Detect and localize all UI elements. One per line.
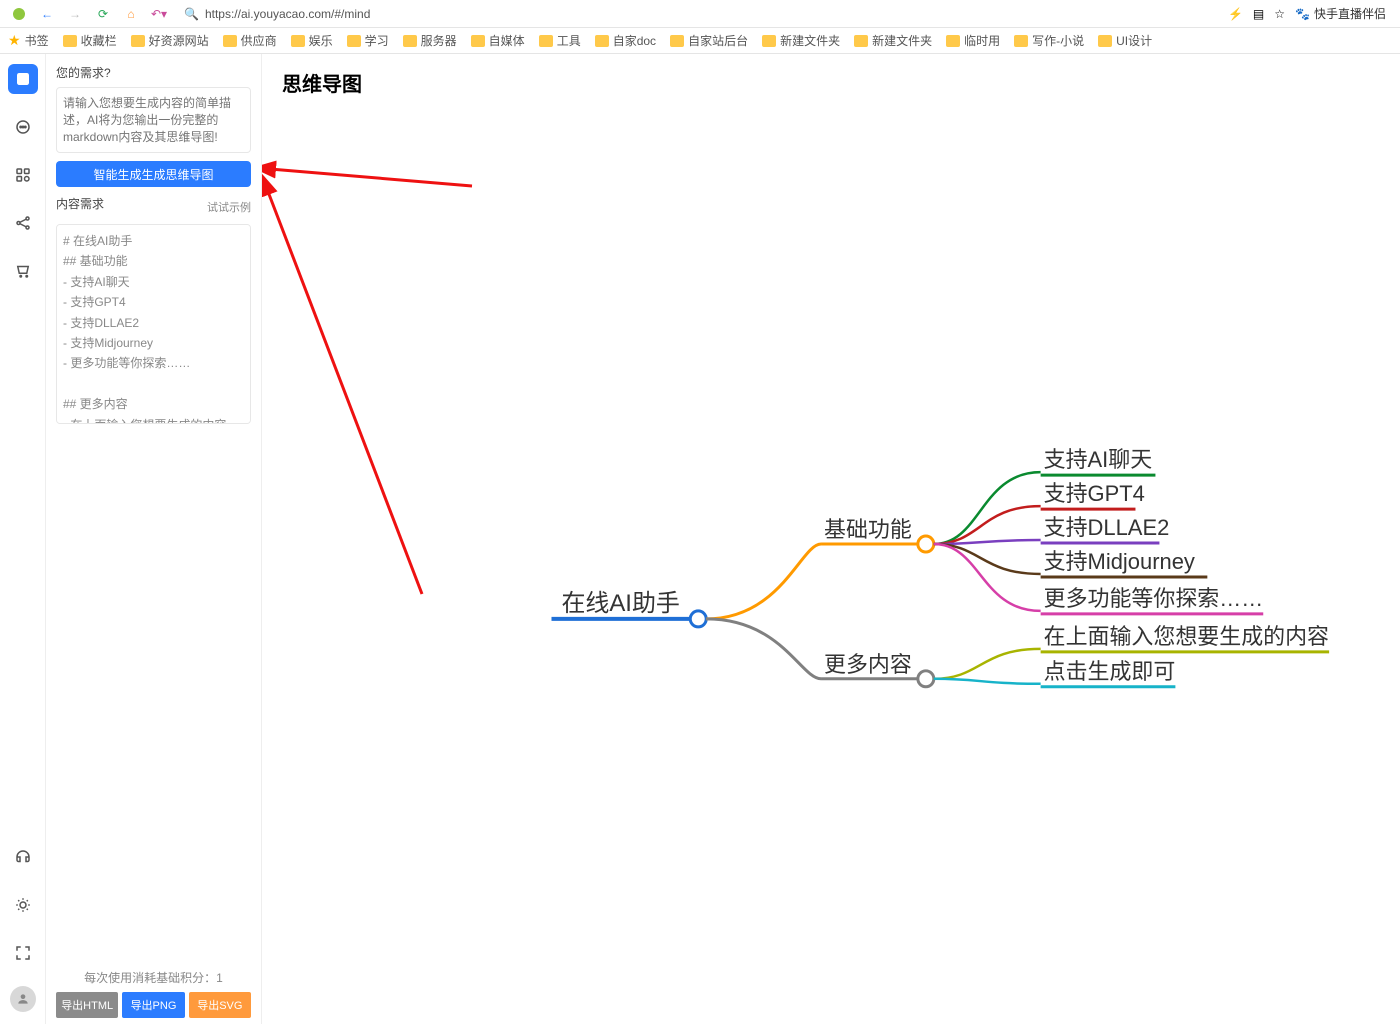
requirement-input[interactable]	[56, 87, 251, 153]
folder-icon	[595, 35, 609, 47]
bookmark-item[interactable]: 新建文件夹	[762, 32, 840, 49]
content-input[interactable]: # 在线AI助手 ## 基础功能 - 支持AI聊天 - 支持GPT4 - 支持D…	[56, 224, 251, 424]
bookmarks-bar: ★书签 收藏栏 好资源网站 供应商 娱乐 学习 服务器 自媒体 工具 自家doc 自家站后台 新建文件…	[0, 28, 1400, 54]
bookmark-item[interactable]: 服务器	[403, 32, 457, 49]
folder-icon	[223, 35, 237, 47]
mindmap-leaf: 支持AI聊天	[1044, 447, 1153, 472]
bookmark-label: 新建文件夹	[872, 32, 932, 49]
sidebar-panel: 您的需求? 智能生成生成思维导图 内容需求 试试示例 # 在线AI助手 ## 基…	[46, 54, 262, 1024]
search-icon: 🔍	[184, 7, 199, 21]
bookmark-item[interactable]: 收藏栏	[63, 32, 117, 49]
mindmap-leaf: 更多功能等你探索……	[1044, 586, 1264, 611]
folder-icon	[291, 35, 305, 47]
bookmark-label: 供应商	[241, 32, 277, 49]
bookmark-label: 自家站后台	[688, 32, 748, 49]
rail-item-chat[interactable]	[8, 112, 38, 142]
folder-icon	[1098, 35, 1112, 47]
main-area: 思维导图 在线AI助手 基础功能更多内容 支持AI聊天支持GPT4 支持DLLAE2 支…	[262, 54, 1400, 1024]
folder-icon	[762, 35, 776, 47]
rail-item-ai[interactable]	[8, 64, 38, 94]
bookmark-item[interactable]: 新建文件夹	[854, 32, 932, 49]
export-png-button[interactable]: 导出PNG	[122, 992, 184, 1018]
bookmark-item[interactable]: 临时用	[946, 32, 1000, 49]
bookmark-label: 娱乐	[309, 32, 333, 49]
grid-icon[interactable]: ▤	[1253, 7, 1264, 21]
bookmark-label: 好资源网站	[149, 32, 209, 49]
bookmark-label: 写作-小说	[1032, 32, 1084, 49]
example-link[interactable]: 试试示例	[207, 199, 251, 215]
bookmark-item[interactable]: 自家站后台	[670, 32, 748, 49]
mindmap-leaf: 在上面输入您想要生成的内容	[1044, 624, 1329, 649]
mindmap-leaf: 支持DLLAE2	[1044, 515, 1170, 540]
bookmark-item[interactable]: 写作-小说	[1014, 32, 1084, 49]
folder-icon	[403, 35, 417, 47]
bookmark-item[interactable]: UI设计	[1098, 32, 1152, 49]
rail-item-share[interactable]	[8, 208, 38, 238]
bookmark-label: 工具	[557, 32, 581, 49]
folder-icon	[670, 35, 684, 47]
browser-toolbar: ← → ⟳ ⌂ ↶▾ 🔍 https://ai.youyacao.com/#/m…	[0, 0, 1400, 28]
paw-icon: 🐾	[1295, 7, 1310, 21]
rail-item-fullscreen[interactable]	[8, 938, 38, 968]
credits-text: 每次使用消耗基础积分：1	[56, 963, 251, 992]
export-html-button[interactable]: 导出HTML	[56, 992, 118, 1018]
bookmark-label: 自媒体	[489, 32, 525, 49]
mindmap-root: 在线AI助手	[561, 590, 679, 617]
bookmark-label: 临时用	[964, 32, 1000, 49]
mindmap-leaf: 支持GPT4	[1044, 481, 1145, 506]
lightning-icon[interactable]: ⚡	[1228, 7, 1243, 21]
undo-button[interactable]: ↶▾	[148, 3, 170, 25]
folder-icon	[854, 35, 868, 47]
rail-item-theme[interactable]	[8, 890, 38, 920]
rail-item-cart[interactable]	[8, 256, 38, 286]
extension-kuaishou[interactable]: 🐾 快手直播伴侣	[1295, 5, 1386, 22]
left-rail	[0, 54, 46, 1024]
bookmark-item[interactable]: 工具	[539, 32, 581, 49]
folder-icon	[471, 35, 485, 47]
folder-icon	[539, 35, 553, 47]
rail-avatar[interactable]	[10, 986, 36, 1012]
folder-icon	[63, 35, 77, 47]
home-button[interactable]: ⌂	[120, 3, 142, 25]
bookmark-item[interactable]: 好资源网站	[131, 32, 209, 49]
back-button[interactable]: ←	[36, 3, 58, 25]
requirement-label: 您的需求?	[56, 64, 251, 81]
mindmap-leaf: 支持Midjourney	[1044, 549, 1195, 574]
folder-icon	[1014, 35, 1028, 47]
bookmark-label: 书签	[25, 32, 49, 49]
bookmark-item[interactable]: 娱乐	[291, 32, 333, 49]
bookmark-item[interactable]: 学习	[347, 32, 389, 49]
mindmap-branch: 更多内容	[824, 652, 912, 677]
bookmark-item[interactable]: 自媒体	[471, 32, 525, 49]
forward-button[interactable]: →	[64, 3, 86, 25]
rail-item-apps[interactable]	[8, 160, 38, 190]
bookmark-item[interactable]: 供应商	[223, 32, 277, 49]
mindmap-leaf: 点击生成即可	[1044, 659, 1176, 684]
bookmark-label: 学习	[365, 32, 389, 49]
star-icon[interactable]: ☆	[1274, 7, 1285, 21]
bookmark-item[interactable]: 自家doc	[595, 32, 656, 49]
bookmark-label: UI设计	[1116, 32, 1152, 49]
mindmap-canvas[interactable]: 在线AI助手 基础功能更多内容 支持AI聊天支持GPT4 支持DLLAE2 支持Midj…	[262, 104, 1400, 1024]
bookmark-label: 新建文件夹	[780, 32, 840, 49]
folder-icon	[946, 35, 960, 47]
content-label: 内容需求	[56, 195, 104, 212]
url-text: https://ai.youyacao.com/#/mind	[205, 7, 370, 21]
generate-button[interactable]: 智能生成生成思维导图	[56, 161, 251, 187]
bookmark-item[interactable]: ★书签	[8, 32, 49, 49]
export-svg-button[interactable]: 导出SVG	[189, 992, 251, 1018]
url-bar[interactable]: 🔍 https://ai.youyacao.com/#/mind	[176, 3, 1216, 25]
mindmap-branch: 基础功能	[824, 517, 912, 542]
bookmark-label: 服务器	[421, 32, 457, 49]
browser-logo-icon	[8, 3, 30, 25]
bookmark-label: 收藏栏	[81, 32, 117, 49]
folder-icon	[131, 35, 145, 47]
star-icon: ★	[8, 32, 21, 49]
rail-item-support[interactable]	[8, 842, 38, 872]
folder-icon	[347, 35, 361, 47]
page-title: 思维导图	[262, 54, 1400, 111]
reload-button[interactable]: ⟳	[92, 3, 114, 25]
bookmark-label: 自家doc	[613, 32, 656, 49]
